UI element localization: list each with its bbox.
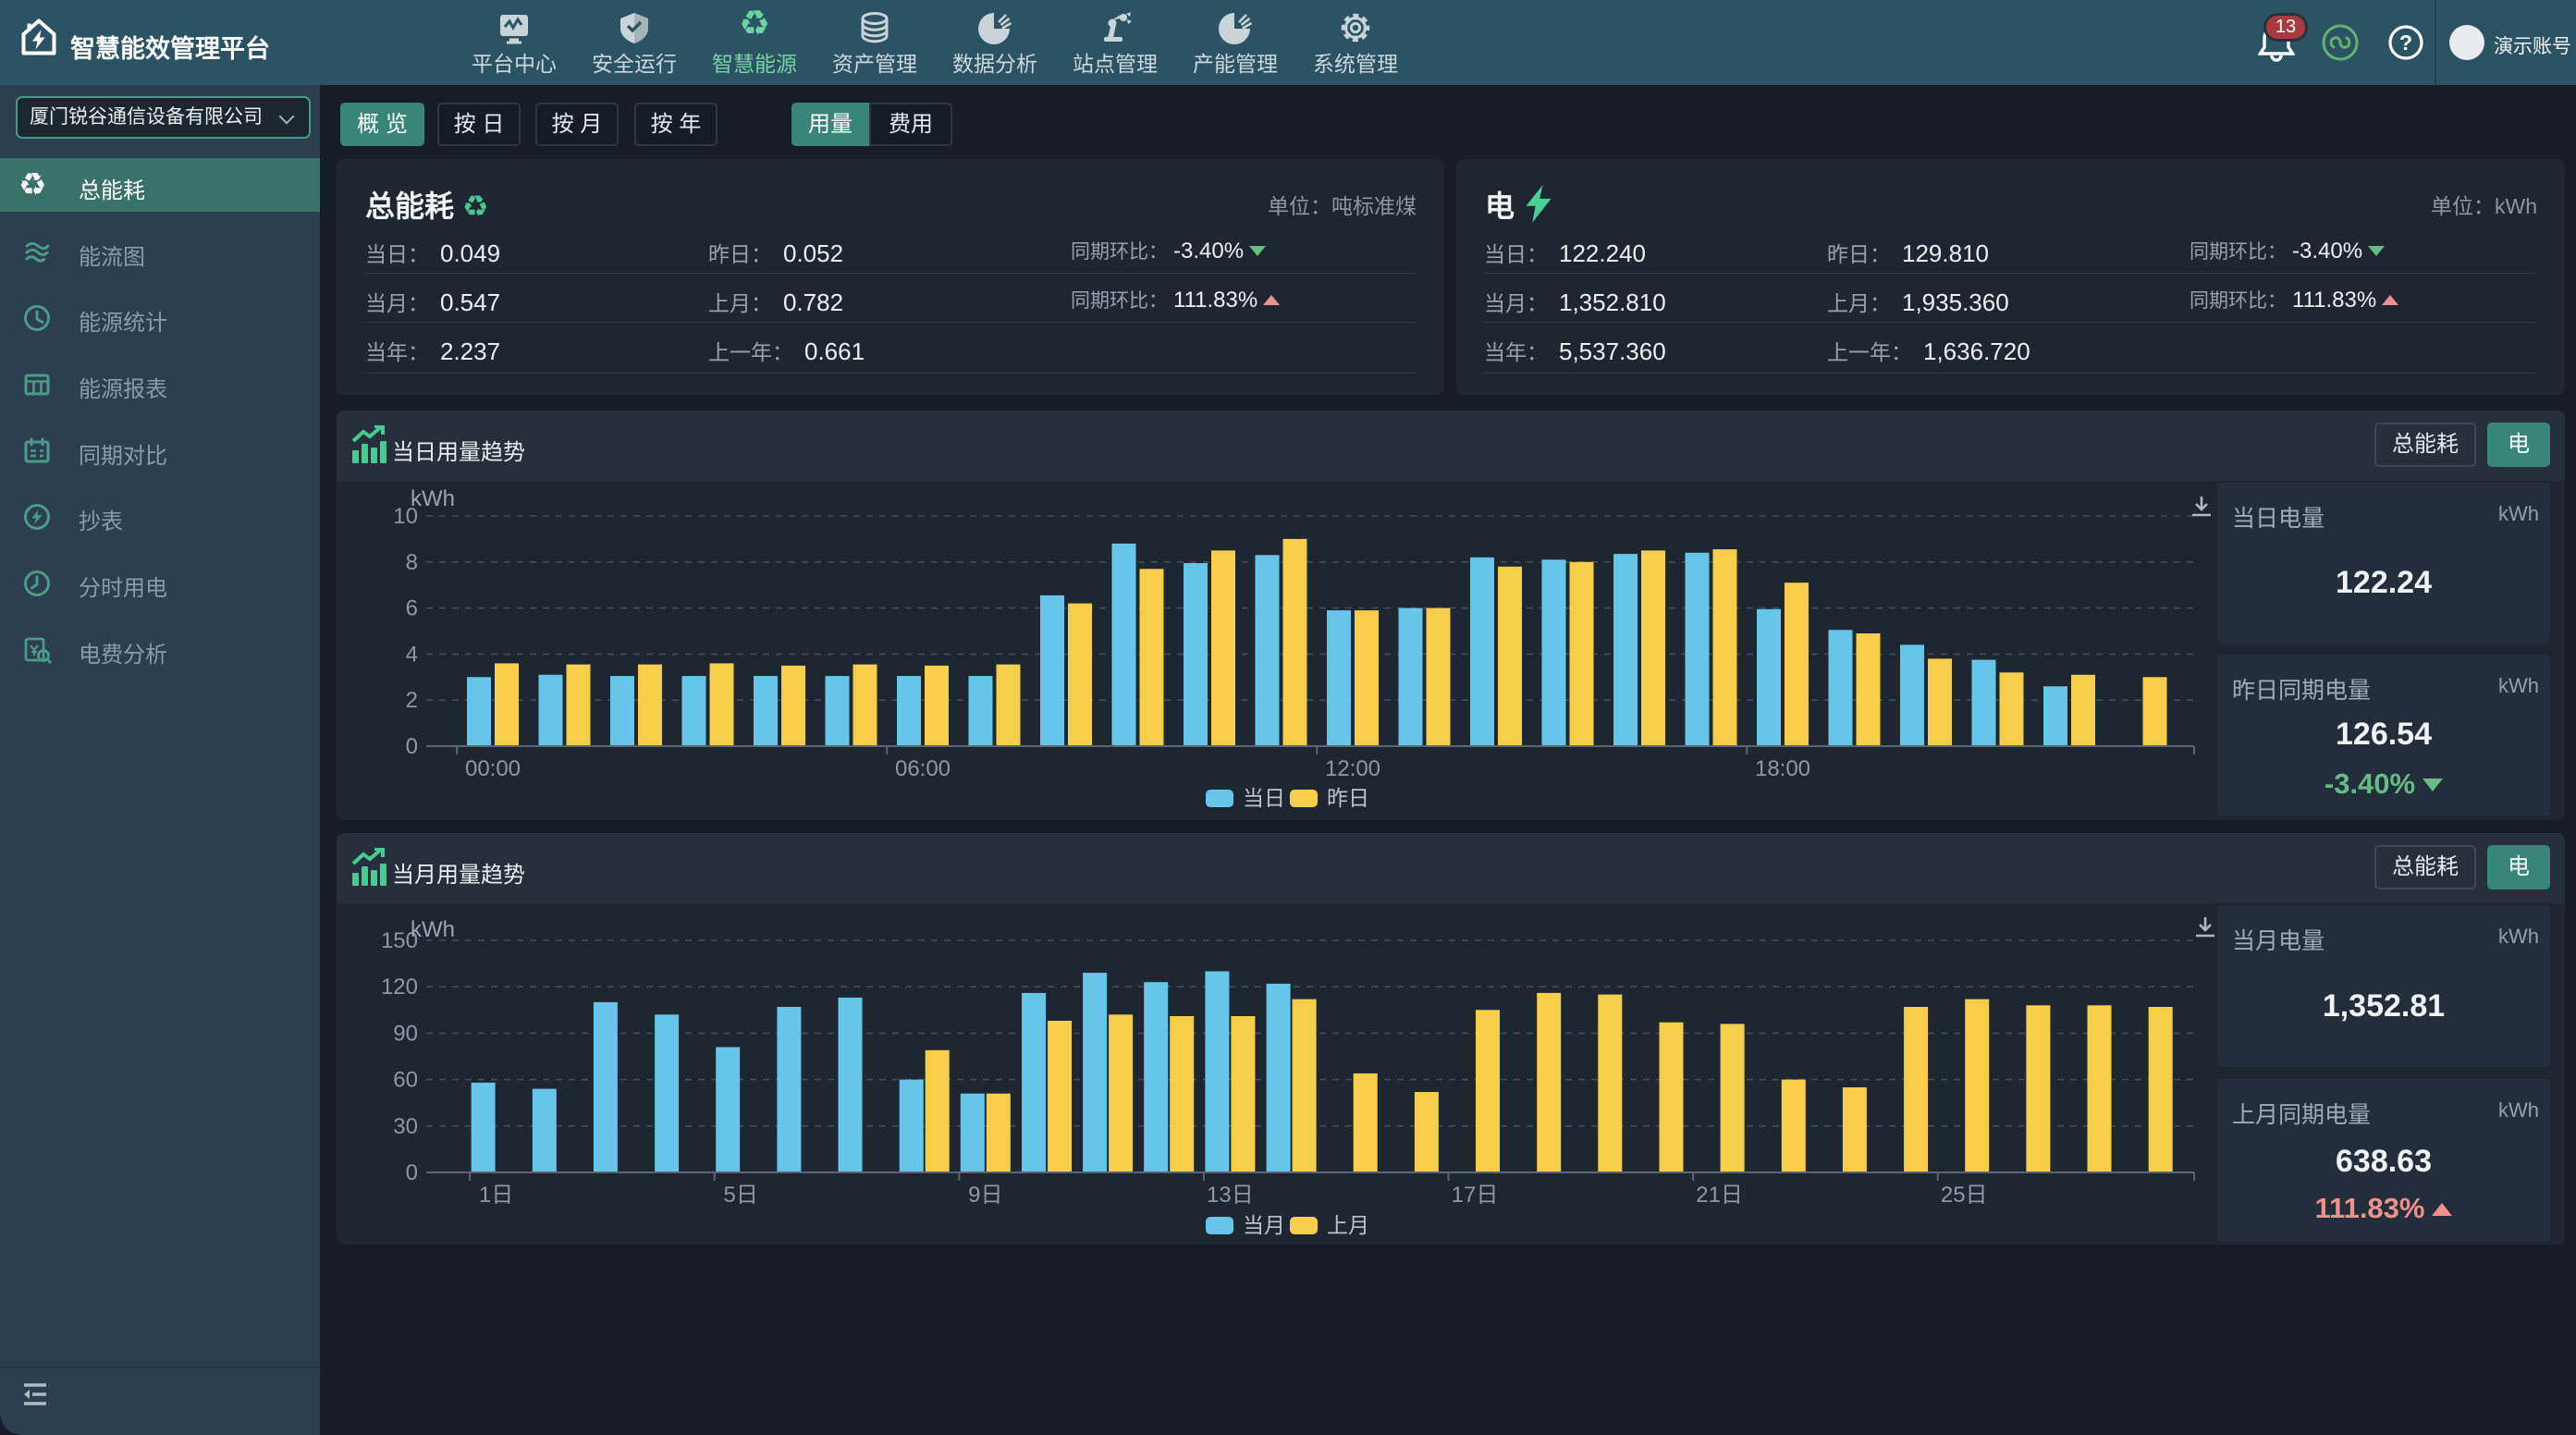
svg-text:0: 0: [406, 734, 418, 759]
svg-text:12:00: 12:00: [1325, 756, 1380, 781]
svg-text:18:00: 18:00: [1755, 756, 1810, 781]
svg-text:?: ?: [2399, 31, 2412, 55]
svg-text:90: 90: [393, 1021, 418, 1046]
svg-text:13日: 13日: [1207, 1183, 1254, 1208]
svg-text:5日: 5日: [724, 1183, 758, 1208]
svg-text:当日: 当日: [1243, 786, 1285, 810]
svg-text:06:00: 06:00: [895, 756, 951, 781]
svg-text:昨日: 昨日: [1327, 786, 1369, 810]
svg-text:kWh: kWh: [411, 486, 455, 511]
svg-text:9日: 9日: [968, 1183, 1002, 1208]
svg-text:kWh: kWh: [411, 917, 455, 942]
svg-text:21日: 21日: [1696, 1183, 1743, 1208]
svg-text:6: 6: [406, 596, 418, 621]
svg-text:4: 4: [406, 642, 418, 667]
svg-text:30: 30: [393, 1114, 418, 1139]
svg-text:00:00: 00:00: [465, 756, 521, 781]
svg-text:0: 0: [406, 1160, 418, 1185]
svg-text:17日: 17日: [1452, 1183, 1499, 1208]
svg-text:120: 120: [381, 975, 418, 1000]
svg-text:当月: 当月: [1243, 1213, 1285, 1237]
svg-text:上月: 上月: [1327, 1213, 1369, 1237]
svg-text:25日: 25日: [1941, 1183, 1988, 1208]
svg-text:1日: 1日: [479, 1183, 513, 1208]
svg-text:8: 8: [406, 550, 418, 575]
svg-text:60: 60: [393, 1068, 418, 1093]
svg-text:2: 2: [406, 688, 418, 713]
